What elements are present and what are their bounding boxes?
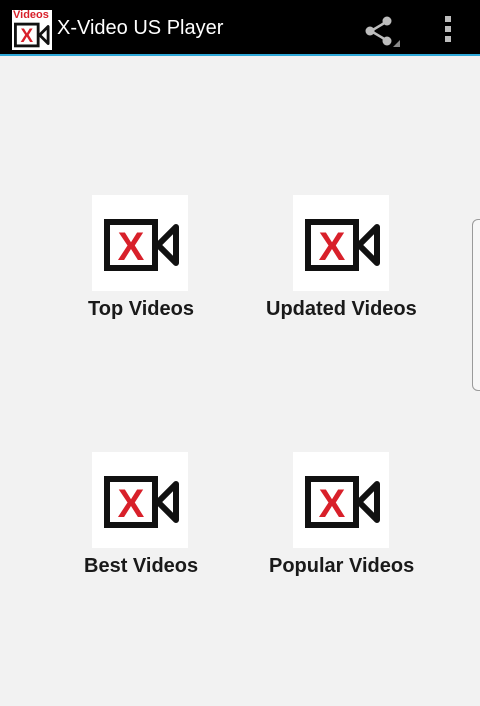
video-camera-x-icon: X bbox=[305, 219, 380, 271]
overflow-menu-button[interactable] bbox=[438, 14, 458, 44]
tile-popular-videos[interactable]: X Popular Videos bbox=[269, 452, 480, 592]
app-logo-text: Videos bbox=[13, 9, 49, 21]
tile-icon-box: X bbox=[92, 195, 188, 291]
tile-label: Popular Videos bbox=[269, 555, 415, 577]
svg-text:X: X bbox=[319, 225, 346, 269]
overflow-menu-icon bbox=[445, 16, 451, 22]
svg-text:X: X bbox=[118, 225, 145, 269]
tile-icon-box: X bbox=[293, 452, 389, 548]
tile-icon-box: X bbox=[92, 452, 188, 548]
tile-label: Best Videos bbox=[84, 555, 199, 577]
tile-top-videos[interactable]: X Top Videos bbox=[88, 195, 292, 335]
tile-label: Top Videos bbox=[88, 298, 194, 320]
app-logo: Videos X bbox=[12, 9, 52, 50]
tile-updated-videos[interactable]: X Updated Videos bbox=[266, 195, 480, 335]
share-icon bbox=[365, 16, 400, 47]
share-button[interactable] bbox=[362, 13, 402, 49]
svg-text:X: X bbox=[118, 482, 145, 526]
tile-icon-box: X bbox=[293, 195, 389, 291]
action-bar: Videos X X-Video US Player bbox=[0, 0, 480, 56]
side-drawer-handle[interactable] bbox=[472, 219, 480, 391]
svg-text:X: X bbox=[20, 26, 33, 47]
tile-label: Updated Videos bbox=[266, 298, 417, 320]
app-title: X-Video US Player bbox=[57, 17, 224, 39]
tile-best-videos[interactable]: X Best Videos bbox=[84, 452, 292, 592]
video-camera-x-icon: X bbox=[104, 476, 179, 528]
video-camera-x-icon: X bbox=[104, 219, 179, 271]
video-camera-x-icon: X bbox=[305, 476, 380, 528]
svg-text:X: X bbox=[319, 482, 346, 526]
video-camera-x-icon: X bbox=[14, 22, 50, 48]
